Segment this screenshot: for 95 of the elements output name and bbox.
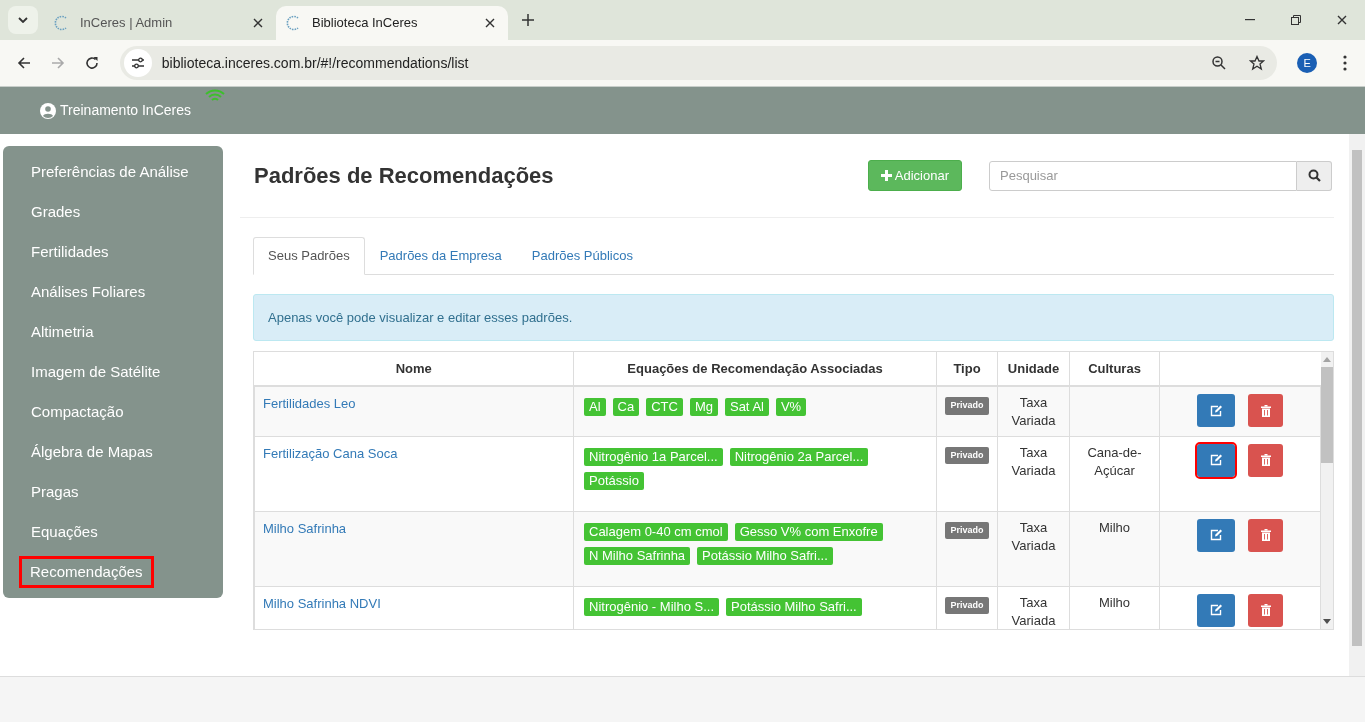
plus-icon [880, 170, 892, 181]
new-tab-icon[interactable] [522, 14, 534, 26]
sidebar-item[interactable]: Preferências de Análise [23, 158, 197, 186]
sidebar-item[interactable]: Equações [23, 518, 106, 546]
edit-icon [1209, 404, 1223, 417]
info-alert: Apenas você pode visualizar e editar esses padrões. [253, 294, 1334, 341]
page-title: Padrões de Recomendações [254, 162, 555, 190]
sidebar-item[interactable]: Altimetria [23, 318, 102, 346]
tab-title: InCeres | Admin [80, 14, 174, 33]
scroll-down-icon[interactable] [1323, 619, 1331, 624]
recommendation-link[interactable]: Milho Safrinha [263, 520, 347, 536]
equation-tag[interactable]: Ca [612, 398, 640, 416]
crop-text: Milho [1097, 518, 1132, 537]
profile-avatar[interactable]: E [1297, 53, 1318, 73]
type-badge: Privado [945, 446, 989, 464]
search-button[interactable] [1297, 160, 1332, 191]
trash-icon [1260, 404, 1271, 417]
unit-text: Taxa Variada [1010, 394, 1057, 430]
address-bar[interactable]: biblioteca.inceres.com.br/#!/recommendations/list [119, 46, 1278, 80]
equation-tag[interactable]: Potássio [584, 471, 644, 490]
browser-tab[interactable]: Biblioteca InCeres [276, 6, 508, 40]
browser-tab[interactable]: InCeres | Admin [44, 6, 276, 40]
equation-tag[interactable]: Nitrogênio 1a Parcel... [584, 447, 723, 466]
sliders-icon [129, 55, 146, 71]
equation-tag[interactable]: Mg [689, 398, 718, 416]
search-icon [1307, 169, 1321, 182]
delete-button[interactable] [1248, 443, 1283, 477]
tab[interactable]: Padrões Públicos [516, 237, 648, 275]
minimize-icon[interactable] [1245, 19, 1255, 21]
type-badge: Privado [945, 397, 989, 415]
add-button[interactable]: Adicionar [867, 160, 962, 191]
trash-icon [1260, 454, 1271, 466]
user-icon [40, 102, 56, 119]
sidebar-item[interactable]: Análises Foliares [23, 278, 154, 306]
equation-tag[interactable]: Potássio Milho Safri... [697, 546, 833, 565]
sidebar-item[interactable]: Fertilidades [23, 238, 117, 266]
tab-list-button[interactable] [8, 6, 38, 34]
recommendation-link[interactable]: Milho Safrinha NDVI [263, 595, 381, 611]
delete-button[interactable] [1248, 593, 1283, 627]
equation-tag[interactable]: Al [584, 398, 606, 416]
wifi-icon [205, 89, 225, 103]
unit-text: Taxa Variada [1010, 518, 1057, 555]
edit-icon [1209, 529, 1223, 541]
equation-tag[interactable]: Gesso V% com Enxofre [734, 522, 883, 541]
trash-icon [1260, 529, 1271, 541]
menu-icon[interactable] [1343, 55, 1348, 71]
user-name[interactable]: Treinamento InCeres [60, 100, 191, 121]
crop-text: Milho [1097, 593, 1132, 612]
edit-button[interactable] [1197, 394, 1235, 427]
tab[interactable]: Padrões da Empresa [364, 237, 517, 275]
crop-text: Cana-de- Açúcar [1086, 443, 1143, 480]
restore-icon[interactable] [1291, 15, 1301, 25]
edit-button[interactable] [1197, 443, 1235, 477]
table-scrollbar[interactable] [1321, 352, 1333, 629]
equation-tag[interactable]: V% [775, 398, 807, 416]
delete-button[interactable] [1248, 394, 1283, 427]
star-icon[interactable] [1249, 55, 1266, 71]
tab-title: Biblioteca InCeres [312, 14, 419, 33]
sidebar-item[interactable]: Álgebra de Mapas [23, 438, 161, 466]
equation-tag[interactable]: Nitrogênio 2a Parcel... [729, 447, 869, 466]
type-badge: Privado [945, 521, 989, 539]
sidebar-item[interactable]: Pragas [23, 478, 87, 506]
tab[interactable]: Seus Padrões [253, 237, 365, 275]
delete-button[interactable] [1248, 518, 1283, 552]
url-text: biblioteca.inceres.com.br/#!/recommendations/list [161, 53, 470, 73]
equation-tag[interactable]: Potássio Milho Safri... [726, 597, 862, 616]
equation-tag[interactable]: CTC [646, 398, 683, 416]
edit-icon [1209, 454, 1223, 466]
sidebar-item[interactable]: Grades [23, 198, 89, 226]
unit-text: Taxa Variada [1010, 443, 1057, 480]
equation-tag[interactable]: Calagem 0-40 cm cmol [584, 522, 728, 541]
caret-icon [18, 17, 28, 23]
edit-button[interactable] [1197, 518, 1235, 552]
sidebar-item[interactable]: Imagem de Satélite [23, 358, 169, 386]
unit-text: Taxa Variada [1010, 593, 1057, 629]
reload-icon[interactable] [83, 55, 100, 71]
close-icon[interactable] [1337, 15, 1347, 25]
sidebar-item[interactable]: Compactação [23, 398, 132, 426]
trash-icon [1260, 604, 1271, 616]
site-info-button[interactable] [123, 49, 152, 77]
equation-tag[interactable]: N Milho Safrinha [584, 546, 691, 565]
page-scrollbar[interactable] [1349, 134, 1365, 676]
recommendation-link[interactable]: Fertilização Cana Soca [263, 445, 398, 461]
equation-tag[interactable]: Nitrogênio - Milho S... [584, 597, 719, 616]
equation-tag[interactable]: Sat Al [724, 398, 769, 416]
close-icon[interactable] [485, 18, 495, 28]
back-icon[interactable] [15, 55, 32, 71]
search-field[interactable]: Pesquisar [989, 160, 1297, 191]
close-icon[interactable] [253, 18, 263, 28]
recommendation-link[interactable]: Fertilidades Leo [263, 396, 356, 411]
edit-button[interactable] [1197, 593, 1235, 627]
sidebar-item[interactable]: Recomendações [22, 558, 151, 586]
type-badge: Privado [945, 596, 989, 614]
zoom-icon[interactable] [1211, 55, 1228, 71]
edit-icon [1209, 604, 1223, 616]
